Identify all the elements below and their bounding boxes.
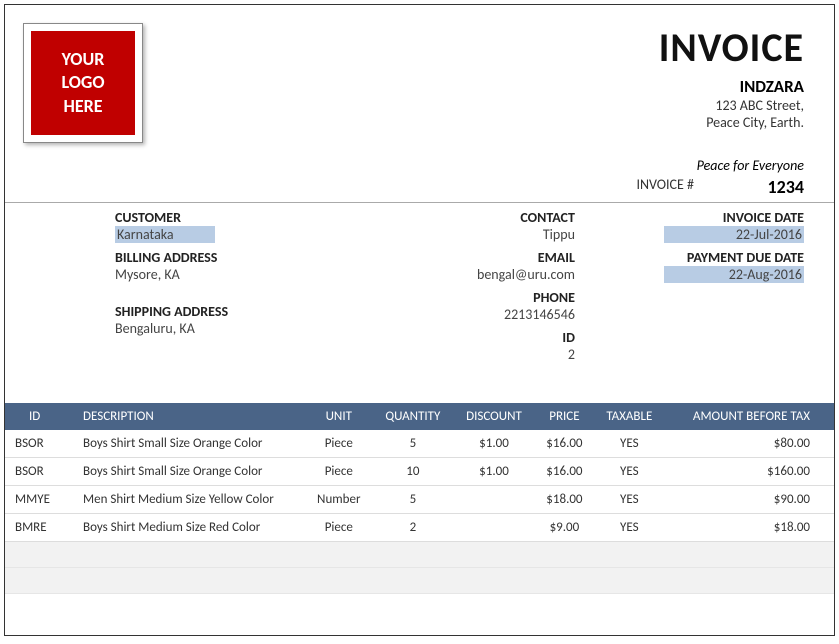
cell-taxable: YES — [594, 486, 664, 514]
cell-desc: Boys Shirt Medium Size Red Color — [75, 514, 305, 542]
billing-label: BILLING ADDRESS — [115, 249, 366, 266]
cell-qty: 10 — [373, 458, 454, 486]
cell-unit: Piece — [305, 514, 373, 542]
table-header-row: ID DESCRIPTION UNIT QUANTITY DISCOUNT PR… — [5, 403, 834, 430]
cell-discount: $1.00 — [453, 430, 535, 458]
table-row: MMYEMen Shirt Medium Size Yellow ColorNu… — [5, 486, 834, 514]
cell-qty: 2 — [373, 514, 454, 542]
col-taxable: TAXABLE — [594, 403, 664, 430]
cell-amount: $160.00 — [665, 458, 834, 486]
shipping-label: SHIPPING ADDRESS — [115, 303, 366, 320]
table-row: BSORBoys Shirt Small Size Orange ColorPi… — [5, 458, 834, 486]
cell-unit: Number — [305, 486, 373, 514]
customer-column: CUSTOMER Karnataka BILLING ADDRESS Mysor… — [115, 209, 366, 363]
table-row: BSORBoys Shirt Small Size Orange ColorPi… — [5, 430, 834, 458]
invoice-number-value: 1234 — [704, 176, 804, 198]
header: YOUR LOGO HERE INVOICE INDZARA 123 ABC S… — [5, 5, 834, 151]
cell-id: BSOR — [5, 458, 75, 486]
id-value: 2 — [366, 346, 575, 363]
cell-id: MMYE — [5, 486, 75, 514]
cell-price: $9.00 — [535, 514, 594, 542]
cell-taxable: YES — [594, 514, 664, 542]
dates-column: INVOICE DATE 22-Jul-2016 PAYMENT DUE DAT… — [595, 209, 804, 363]
col-discount: DISCOUNT — [453, 403, 535, 430]
line-items-table-wrap: ID DESCRIPTION UNIT QUANTITY DISCOUNT PR… — [5, 403, 834, 594]
table-row: BMREBoys Shirt Medium Size Red ColorPiec… — [5, 514, 834, 542]
col-amount: AMOUNT BEFORE TAX — [665, 403, 834, 430]
cell-discount — [453, 486, 535, 514]
due-date-value: 22-Aug-2016 — [664, 266, 804, 283]
logo-line2: LOGO — [61, 71, 104, 94]
cell-taxable: YES — [594, 430, 664, 458]
table-row-empty — [5, 542, 834, 568]
cell-amount: $90.00 — [665, 486, 834, 514]
info-section: CUSTOMER Karnataka BILLING ADDRESS Mysor… — [5, 203, 834, 363]
invoice-date-label: INVOICE DATE — [595, 209, 804, 226]
company-addr2: Peace City, Earth. — [659, 114, 804, 131]
company-name: INDZARA — [659, 76, 804, 97]
line-items-table: ID DESCRIPTION UNIT QUANTITY DISCOUNT PR… — [5, 403, 834, 594]
company-addr1: 123 ABC Street, — [659, 97, 804, 114]
table-row-empty — [5, 568, 834, 594]
title-block: INVOICE INDZARA 123 ABC Street, Peace Ci… — [659, 23, 804, 131]
cell-unit: Piece — [305, 458, 373, 486]
tagline-row: Peace for Everyone — [5, 157, 834, 174]
cell-qty: 5 — [373, 486, 454, 514]
cell-desc: Boys Shirt Small Size Orange Color — [75, 458, 305, 486]
contact-value: Tippu — [366, 226, 575, 243]
phone-value: 2213146546 — [366, 306, 575, 323]
id-label: ID — [366, 329, 575, 346]
contact-column: CONTACT Tippu EMAIL bengal@uru.com PHONE… — [366, 209, 595, 363]
cell-id: BMRE — [5, 514, 75, 542]
col-unit: UNIT — [305, 403, 373, 430]
cell-price: $16.00 — [535, 430, 594, 458]
customer-value: Karnataka — [115, 226, 215, 243]
invoice-number-label: INVOICE # — [636, 176, 694, 198]
email-value: bengal@uru.com — [366, 266, 575, 283]
cell-discount: $1.00 — [453, 458, 535, 486]
phone-label: PHONE — [366, 289, 575, 306]
cell-qty: 5 — [373, 430, 454, 458]
logo-placeholder: YOUR LOGO HERE — [23, 23, 143, 143]
logo-line3: HERE — [61, 95, 104, 118]
billing-value: Mysore, KA — [115, 266, 366, 283]
contact-label: CONTACT — [366, 209, 575, 226]
col-id: ID — [5, 403, 75, 430]
cell-amount: $80.00 — [665, 430, 834, 458]
shipping-value: Bengaluru, KA — [115, 320, 366, 337]
col-desc: DESCRIPTION — [75, 403, 305, 430]
cell-price: $18.00 — [535, 486, 594, 514]
cell-amount: $18.00 — [665, 514, 834, 542]
logo-text: YOUR LOGO HERE — [31, 31, 135, 135]
cell-taxable: YES — [594, 458, 664, 486]
invoice-date-value: 22-Jul-2016 — [664, 226, 804, 243]
cell-desc: Boys Shirt Small Size Orange Color — [75, 430, 305, 458]
due-date-label: PAYMENT DUE DATE — [595, 249, 804, 266]
email-label: EMAIL — [366, 249, 575, 266]
cell-unit: Piece — [305, 430, 373, 458]
customer-label: CUSTOMER — [115, 209, 366, 226]
logo-line1: YOUR — [61, 48, 104, 71]
invoice-page: YOUR LOGO HERE INVOICE INDZARA 123 ABC S… — [4, 4, 835, 636]
document-title: INVOICE — [659, 23, 804, 72]
col-price: PRICE — [535, 403, 594, 430]
cell-desc: Men Shirt Medium Size Yellow Color — [75, 486, 305, 514]
tagline: Peace for Everyone — [697, 157, 804, 174]
cell-discount — [453, 514, 535, 542]
cell-id: BSOR — [5, 430, 75, 458]
cell-price: $16.00 — [535, 458, 594, 486]
invoice-number-row: INVOICE # 1234 — [5, 176, 834, 203]
col-qty: QUANTITY — [373, 403, 454, 430]
